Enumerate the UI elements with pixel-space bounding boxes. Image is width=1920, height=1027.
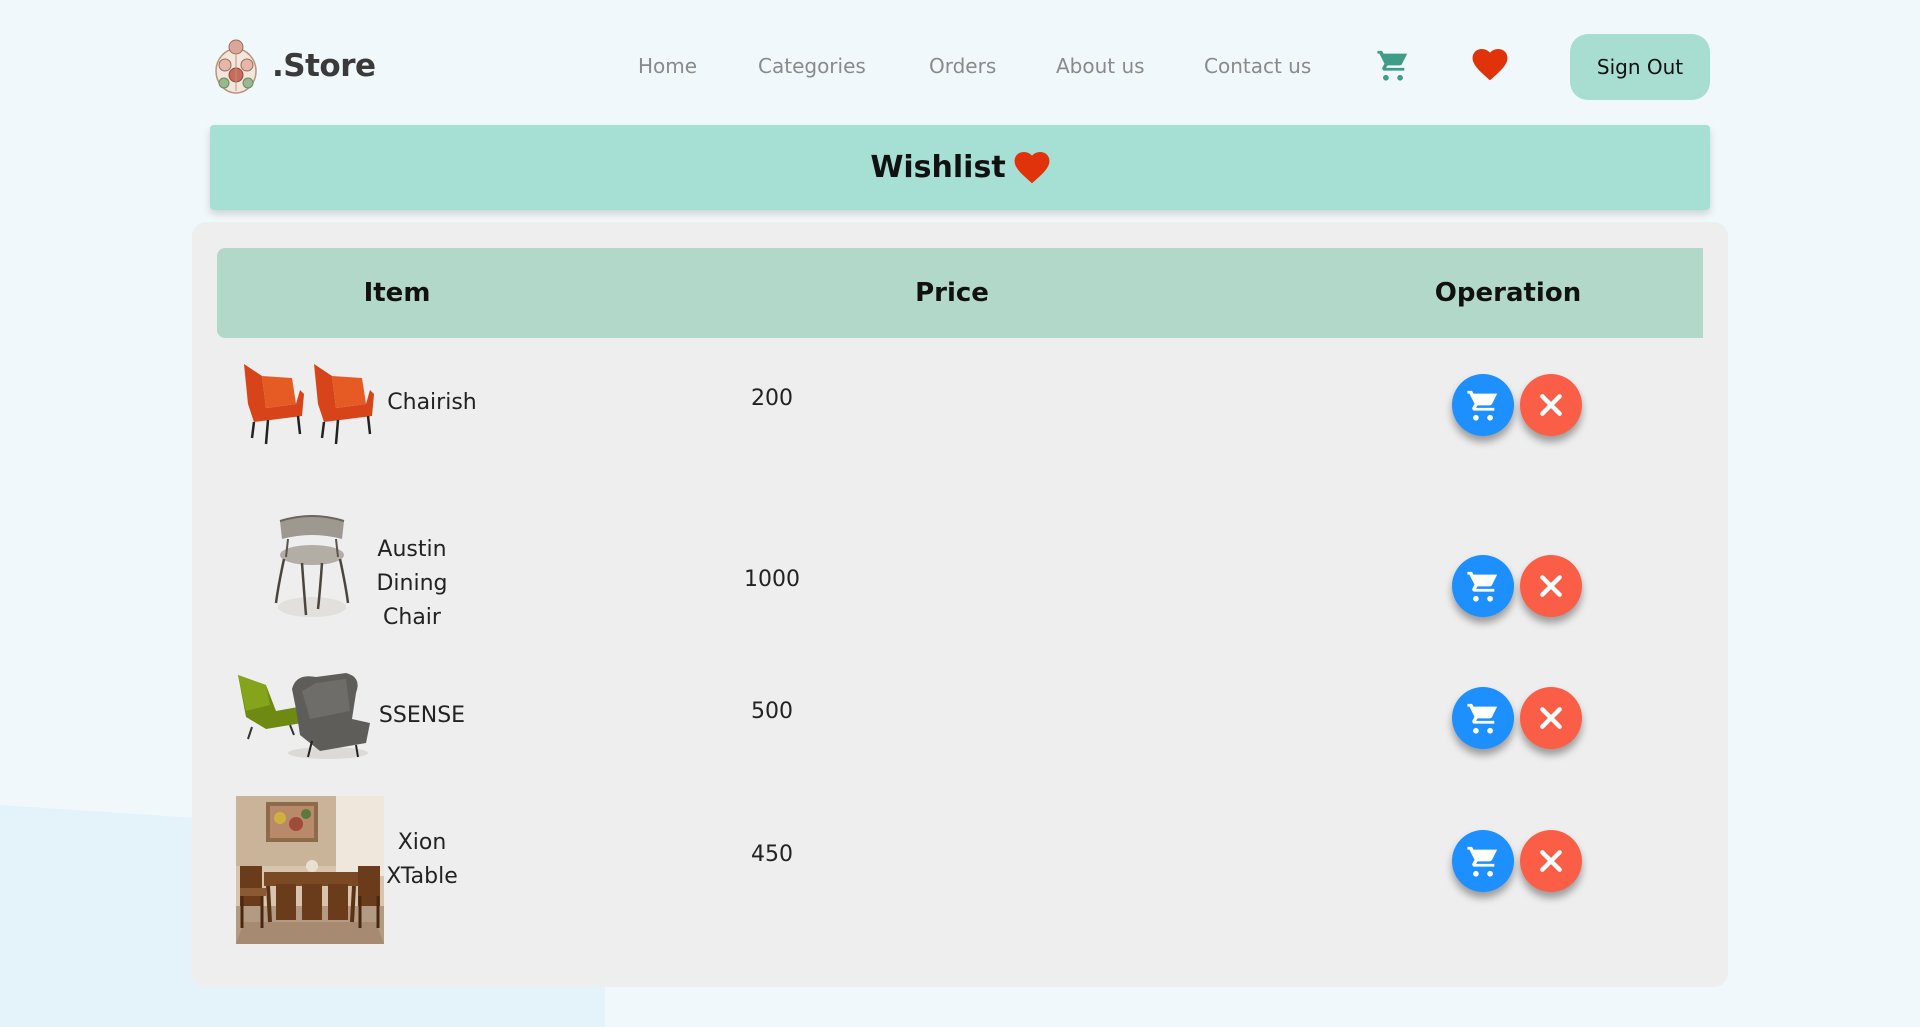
item-price: 450 (751, 842, 793, 867)
item-name: Xion XTable (386, 830, 458, 889)
add-to-cart-button[interactable] (1452, 830, 1514, 892)
page-title: Wishlist (870, 150, 1006, 185)
top-navigation: .Store Home Categories Orders About us C… (210, 30, 1710, 102)
nav-about-us[interactable]: About us (1056, 54, 1145, 78)
table-row: Chairish 200 (192, 352, 1728, 492)
item-price: 200 (751, 386, 793, 411)
add-to-cart-button[interactable] (1452, 374, 1514, 436)
table-row: Austin Dining Chair 1000 (192, 507, 1728, 647)
close-icon (1540, 394, 1562, 416)
cart-icon (1467, 571, 1498, 602)
item-image (236, 796, 384, 944)
item-image (244, 364, 374, 445)
brand-name: .Store (272, 48, 376, 84)
column-header-item: Item (363, 278, 431, 308)
item-image (274, 515, 350, 617)
item-name: Chairish (387, 390, 477, 415)
add-to-cart-button[interactable] (1452, 687, 1514, 749)
remove-button[interactable] (1520, 374, 1582, 436)
close-icon (1540, 575, 1562, 597)
nav-orders[interactable]: Orders (929, 54, 996, 78)
item-name: SSENSE (378, 703, 466, 728)
remove-button[interactable] (1520, 555, 1582, 617)
table-row: Xion XTable 450 (192, 794, 1728, 944)
item-image (238, 673, 370, 759)
wishlist-table: Item Price Operation Chairish 200 Austin… (192, 222, 1728, 987)
logo-ornament-icon (215, 39, 257, 94)
sign-out-button[interactable]: Sign Out (1570, 34, 1710, 100)
nav-home[interactable]: Home (638, 54, 697, 78)
remove-button[interactable] (1520, 687, 1582, 749)
table-header: Item Price Operation (217, 248, 1703, 338)
item-price: 500 (751, 699, 793, 724)
heart-icon (1014, 151, 1050, 183)
cart-icon[interactable] (1375, 48, 1411, 82)
brand-logo[interactable]: .Store (210, 30, 376, 102)
item-price: 1000 (744, 567, 800, 592)
column-header-operation: Operation (1434, 278, 1582, 308)
item-name: Austin Dining Chair (376, 537, 448, 630)
table-row: SSENSE 500 (192, 667, 1728, 787)
cart-icon (1467, 703, 1498, 734)
cart-icon (1467, 846, 1498, 877)
nav-categories[interactable]: Categories (758, 54, 866, 78)
close-icon (1540, 707, 1562, 729)
column-header-price: Price (915, 278, 989, 308)
add-to-cart-button[interactable] (1452, 555, 1514, 617)
close-icon (1540, 850, 1562, 872)
wishlist-banner: Wishlist (210, 125, 1710, 210)
heart-icon[interactable] (1472, 49, 1508, 81)
cart-icon (1467, 390, 1498, 421)
nav-contact-us[interactable]: Contact us (1204, 54, 1311, 78)
remove-button[interactable] (1520, 830, 1582, 892)
